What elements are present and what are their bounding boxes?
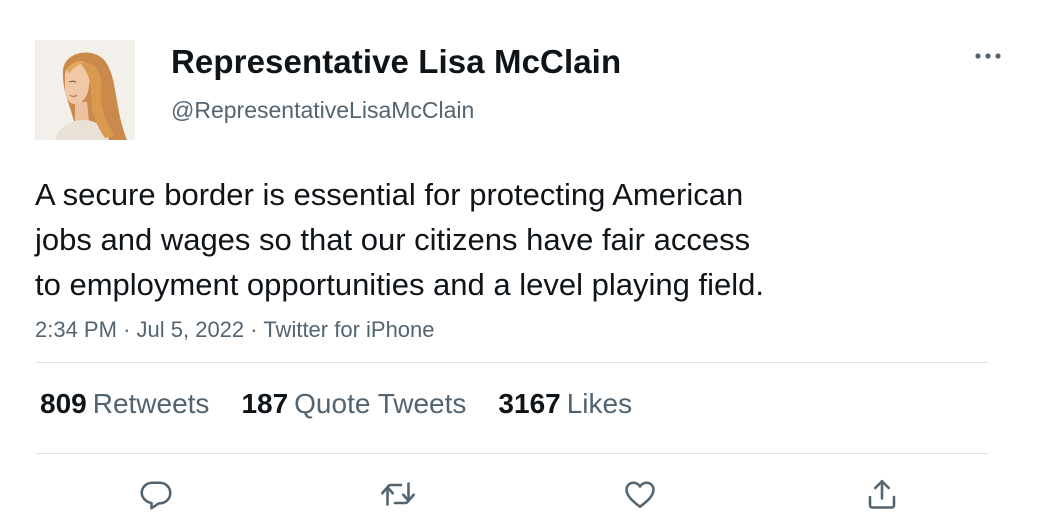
meta-separator: · (250, 317, 264, 342)
tweet-text-line: jobs and wages so that our citizens have… (35, 222, 751, 257)
retweet-icon (380, 482, 416, 506)
retweets-stat[interactable]: 809 Retweets (40, 388, 209, 420)
tweet-date[interactable]: Jul 5, 2022 (137, 317, 245, 342)
tweet-meta: 2:34 PM · Jul 5, 2022 · Twitter for iPho… (35, 317, 435, 343)
more-options-button[interactable] (970, 44, 1006, 68)
tweet-stats: 809 Retweets 187 Quote Tweets 3167 Likes (40, 388, 632, 420)
reply-button[interactable] (136, 474, 176, 514)
meta-separator: · (123, 317, 137, 342)
share-button[interactable] (862, 474, 902, 514)
likes-label: Likes (566, 388, 633, 419)
reply-icon (140, 481, 172, 510)
tweet-detail: Representative Lisa McClain @Representat… (0, 0, 1050, 525)
retweet-button[interactable] (378, 474, 418, 514)
retweets-label: Retweets (92, 388, 210, 419)
tweet-source[interactable]: Twitter for iPhone (263, 317, 434, 342)
divider (35, 453, 989, 454)
tweet-text-line: A secure border is essential for protect… (35, 177, 744, 212)
divider (35, 362, 989, 363)
author-handle[interactable]: @RepresentativeLisaMcClain (171, 97, 474, 124)
like-button[interactable] (620, 474, 660, 514)
retweets-count: 809 (40, 388, 87, 419)
author-display-name[interactable]: Representative Lisa McClain (171, 43, 621, 81)
share-icon (868, 479, 896, 509)
quote-tweets-stat[interactable]: 187 Quote Tweets (241, 388, 466, 420)
likes-count: 3167 (498, 388, 561, 419)
tweet-text-line: to employment opportunities and a level … (35, 267, 764, 302)
avatar-photo (35, 40, 135, 140)
like-icon (625, 481, 655, 509)
avatar[interactable] (35, 40, 135, 140)
tweet-time[interactable]: 2:34 PM (35, 317, 117, 342)
tweet-text: A secure border is essential for protect… (35, 172, 915, 307)
quote-tweets-label: Quote Tweets (294, 388, 467, 419)
likes-stat[interactable]: 3167 Likes (498, 388, 632, 420)
more-options-icon (975, 53, 1001, 59)
quote-tweets-count: 187 (241, 388, 289, 419)
